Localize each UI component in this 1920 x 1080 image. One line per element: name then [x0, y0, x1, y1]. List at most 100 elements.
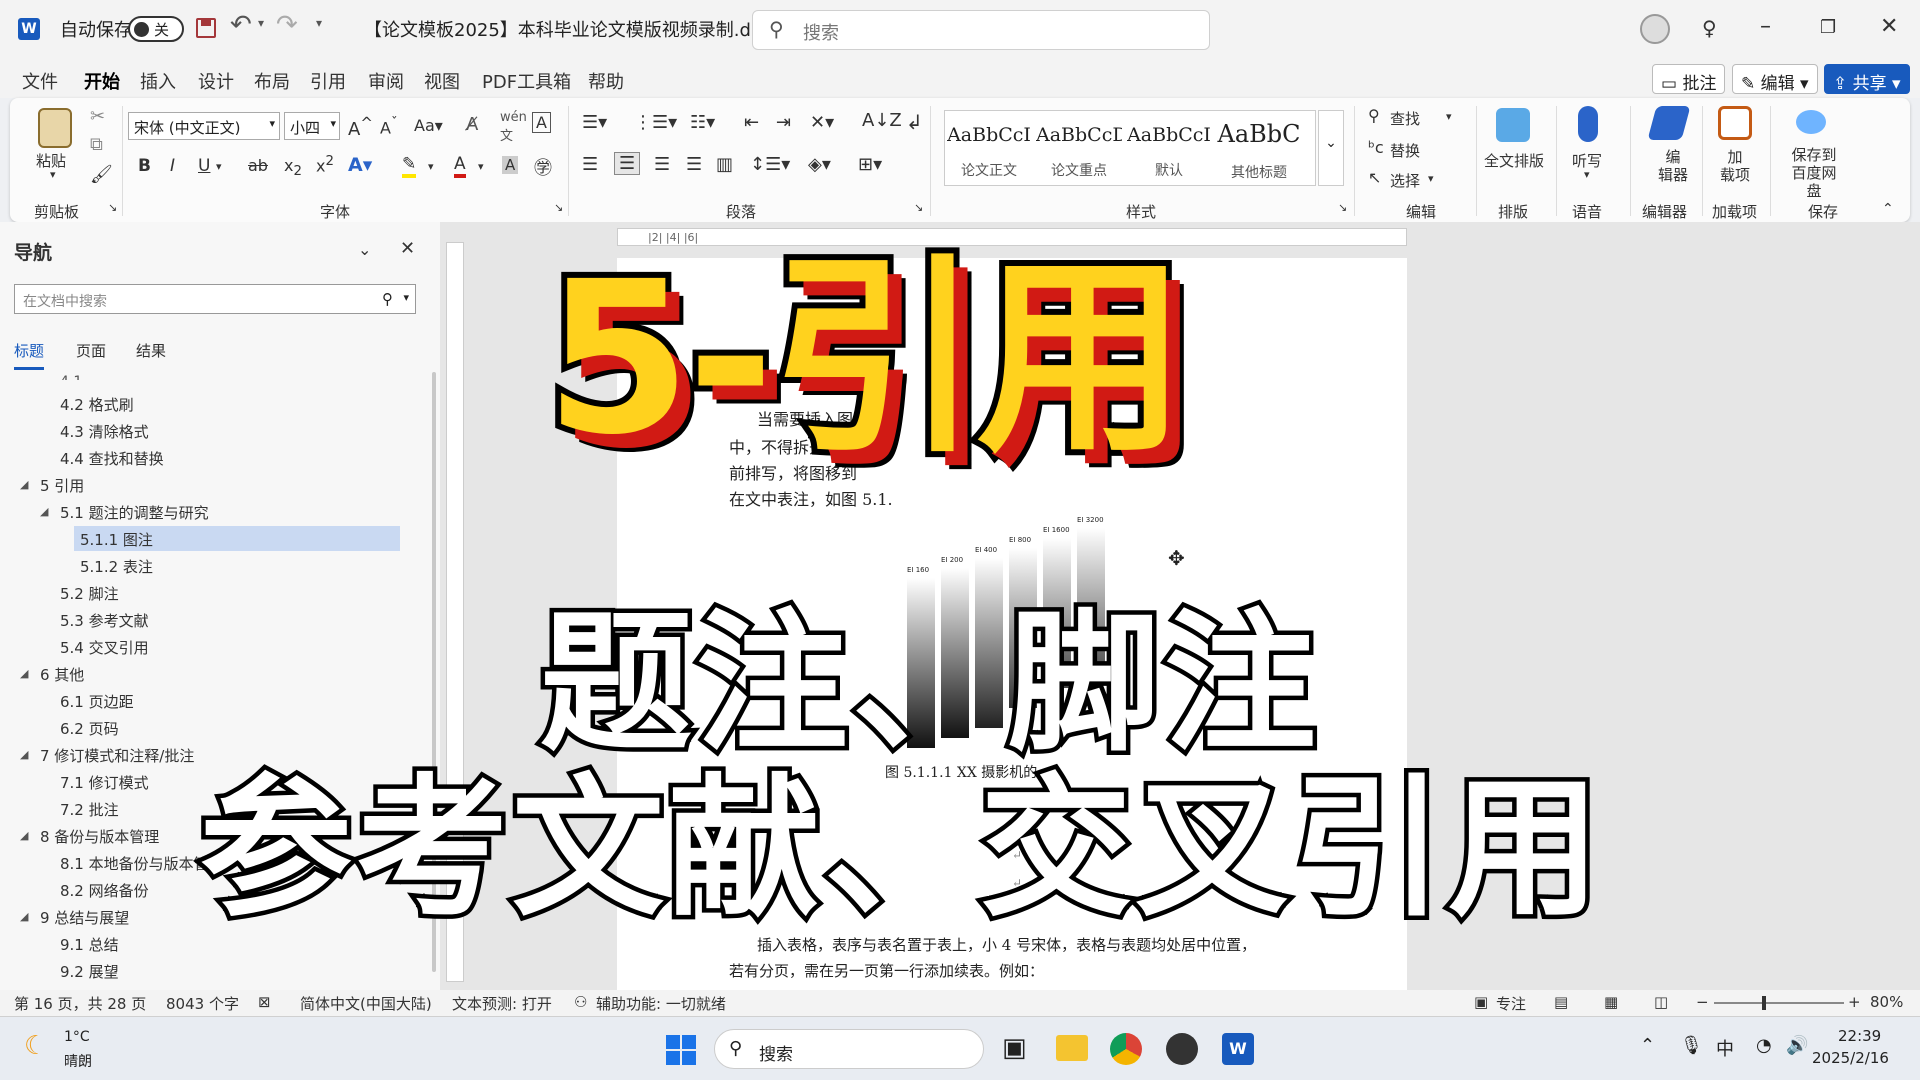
nav-heading-item[interactable]: 5.3 参考文献 — [60, 610, 149, 631]
clear-format-icon[interactable]: A̸ — [466, 114, 478, 135]
zoom-slider[interactable] — [1714, 996, 1844, 1010]
replace-icon[interactable]: ᵇc — [1368, 138, 1384, 157]
editor-icon[interactable] — [1647, 106, 1691, 140]
file-explorer-icon[interactable] — [1056, 1035, 1088, 1061]
subscript-icon[interactable]: x2 — [284, 156, 302, 179]
collapse-triangle-icon[interactable]: ◢ — [20, 829, 28, 842]
menu-insert[interactable]: 插入 — [140, 68, 176, 94]
font-name-field[interactable]: 宋体 (中文正文) ▾ — [128, 112, 280, 140]
enclose-characters-icon[interactable]: ㊫ — [534, 154, 552, 180]
style-thesis-body[interactable]: AaBbCcI 论文正文 — [946, 110, 1032, 182]
nav-heading-item[interactable]: 4.2 格式刷 — [60, 394, 134, 415]
weather-icon[interactable]: ☾ — [24, 1031, 47, 1061]
tab-headings[interactable]: 标题 — [14, 340, 45, 370]
tab-results[interactable]: 结果 — [136, 340, 166, 361]
menu-home[interactable]: 开始 — [84, 68, 120, 101]
superscript-icon[interactable]: x2 — [316, 154, 334, 175]
addins-icon[interactable] — [1718, 106, 1752, 140]
collapse-triangle-icon[interactable]: ◢ — [20, 667, 28, 680]
cut-icon[interactable]: ✂ — [90, 106, 105, 127]
nav-heading-item[interactable]: 5.2 脚注 — [60, 583, 119, 604]
shading-icon[interactable]: ◈▾ — [808, 154, 831, 175]
underline-dropdown-icon[interactable]: ▾ — [216, 160, 222, 173]
multilevel-list-icon[interactable]: ☷▾ — [690, 112, 715, 133]
dictate-dropdown-icon[interactable]: ▾ — [1584, 168, 1590, 181]
styles-launcher-icon[interactable]: ↘ — [1338, 201, 1347, 214]
redo-icon[interactable]: ↷ — [276, 10, 298, 40]
save-baidu-label[interactable]: 保存到百度网盘 — [1786, 146, 1842, 200]
bold-icon[interactable]: B — [138, 156, 151, 176]
zoom-in-icon[interactable]: + — [1848, 993, 1861, 1011]
clock-date[interactable]: 2025/2/16 — [1812, 1049, 1889, 1067]
avatar[interactable] — [1640, 14, 1670, 44]
borders-icon[interactable]: ⊞▾ — [858, 154, 882, 175]
grow-font-icon[interactable]: A^ — [348, 114, 373, 140]
nav-heading-item[interactable]: 5.4 交叉引用 — [60, 637, 149, 658]
find-label[interactable]: 查找 — [1390, 108, 1420, 129]
highlight-dropdown-icon[interactable]: ▾ — [428, 160, 434, 173]
asian-layout-icon[interactable]: ✕▾ — [810, 112, 834, 133]
paste-dropdown-icon[interactable]: ▾ — [50, 168, 56, 181]
zoom-out-icon[interactable]: − — [1696, 993, 1709, 1011]
decrease-indent-icon[interactable]: ⇤ — [744, 112, 759, 133]
text-effects-icon[interactable]: A▾ — [348, 154, 372, 176]
font-size-field[interactable]: 小四 ▾ — [284, 112, 340, 140]
nav-heading-item[interactable]: 5.1.2 表注 — [80, 556, 153, 577]
accessibility-icon[interactable]: ⚇ — [574, 993, 587, 1011]
strikethrough-icon[interactable]: ab — [248, 156, 268, 175]
windows-start-icon[interactable] — [666, 1035, 696, 1065]
weather-temp[interactable]: 1°C — [64, 1029, 90, 1045]
nav-heading-item[interactable]: 7.2 批注 — [60, 799, 119, 820]
font-color-icon[interactable]: A — [454, 154, 466, 178]
volume-icon[interactable]: 🔊 — [1786, 1035, 1808, 1056]
chrome-icon[interactable] — [1110, 1033, 1142, 1065]
select-icon[interactable]: ↖ — [1368, 168, 1381, 187]
focus-icon[interactable]: ▣ — [1474, 993, 1488, 1011]
weather-desc[interactable]: 晴朗 — [64, 1051, 92, 1071]
mic-icon[interactable]: 🎙 — [1680, 1035, 1703, 1056]
phonetic-guide-icon[interactable]: wén 文 — [500, 110, 527, 144]
nav-heading-item[interactable]: 7.1 修订模式 — [60, 772, 149, 793]
read-mode-icon[interactable]: ▤ — [1554, 993, 1568, 1011]
menu-layout[interactable]: 布局 — [254, 68, 290, 94]
editor-label[interactable]: 编辑器 — [1658, 148, 1688, 184]
align-right-icon[interactable]: ☰ — [654, 154, 670, 175]
shirt-icon[interactable] — [1496, 108, 1530, 142]
menu-review[interactable]: 审阅 — [368, 68, 404, 94]
web-layout-icon[interactable]: ◫ — [1654, 993, 1668, 1011]
nav-heading-item[interactable]: 8 备份与版本管理 — [40, 826, 159, 847]
menu-references[interactable]: 引用 — [310, 68, 346, 94]
shrink-font-icon[interactable]: Aˇ — [380, 116, 398, 137]
wifi-icon[interactable]: ◔ — [1756, 1035, 1772, 1056]
nav-heading-item[interactable]: 9.1 总结 — [60, 934, 119, 955]
save-icon[interactable] — [196, 18, 216, 38]
word-taskbar-icon[interactable]: W — [1222, 1033, 1254, 1065]
nav-heading-item[interactable]: 5.1.1 图注 — [80, 529, 153, 550]
addins-label[interactable]: 加载项 — [1720, 148, 1750, 184]
search-box[interactable]: ⚲ 搜索 — [752, 10, 1210, 50]
nav-heading-item[interactable]: 5 引用 — [40, 475, 84, 496]
numbering-icon[interactable]: ⋮☰▾ — [634, 112, 677, 133]
menu-pdf-tools[interactable]: PDF工具箱 — [482, 68, 571, 94]
nav-options-icon[interactable]: ⌄ — [358, 240, 371, 259]
character-border-icon[interactable]: A — [532, 112, 551, 133]
word-count[interactable]: 8043 个字 — [166, 993, 239, 1014]
obs-icon[interactable] — [1166, 1033, 1198, 1065]
proofing-icon[interactable]: ⊠ — [258, 993, 271, 1011]
styles-more-button[interactable]: ⌄ — [1318, 110, 1344, 186]
font-color-dropdown-icon[interactable]: ▾ — [478, 160, 484, 173]
nav-close-icon[interactable]: ✕ — [400, 238, 415, 259]
underline-icon[interactable]: U — [198, 156, 210, 176]
autosave-toggle[interactable]: 关 — [128, 16, 184, 42]
nav-heading-item[interactable]: 6 其他 — [40, 664, 84, 685]
change-case-icon[interactable]: Aa▾ — [414, 116, 443, 135]
restore-icon[interactable]: ❐ — [1820, 17, 1836, 38]
highlight-icon[interactable]: ✎ — [402, 154, 417, 178]
menu-design[interactable]: 设计 — [198, 68, 234, 94]
collapse-triangle-icon[interactable]: ◢ — [40, 505, 48, 518]
collapse-triangle-icon[interactable]: ◢ — [20, 910, 28, 923]
nav-heading-item[interactable]: 5.1 题注的调整与研究 — [60, 502, 209, 523]
menu-help[interactable]: 帮助 — [588, 68, 624, 94]
nav-heading-item[interactable]: 4.3 清除格式 — [60, 421, 149, 442]
chevron-up-icon[interactable]: ⌃ — [1640, 1035, 1655, 1056]
